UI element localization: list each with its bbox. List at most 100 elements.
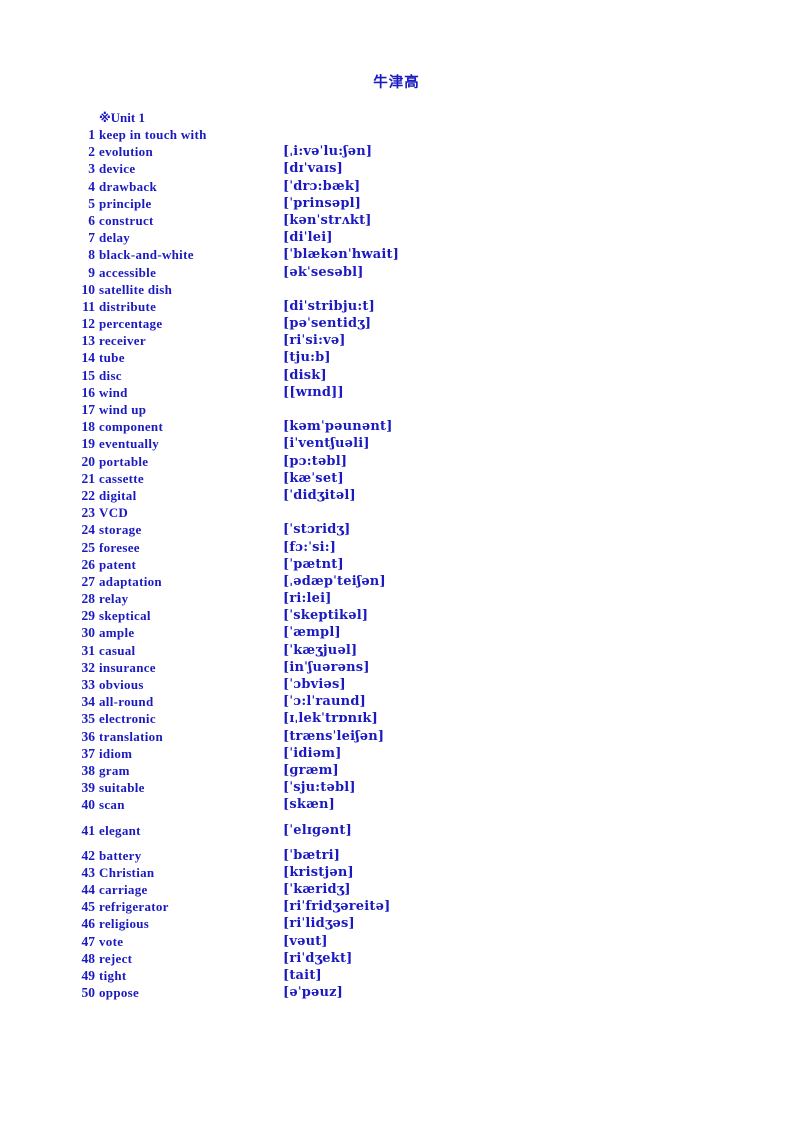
vocab-row-word: cassette [99,470,144,486]
vocab-row-number: 38 [81,762,96,778]
vocab-row-pronunciation: [ˈpætnt] [283,556,344,572]
vocab-row-number: 32 [81,659,96,675]
vocab-row-number: 1 [88,127,95,142]
vocab-row: 1 keep in touch with [0,126,793,143]
vocab-row-word: keep in touch with [99,127,207,142]
vocab-row-word: Christian [99,864,155,880]
unit-label: Unit 1 [110,110,145,125]
vocab-row-number: 43 [81,864,96,880]
vocab-row-pronunciation: [kəmˈpəunənt] [283,419,393,435]
vocab-row: 8 black-and-white [ˈblækənˈhwait] [0,246,793,263]
vocab-row-number: 36 [81,728,96,744]
vocab-row-word: elegant [99,822,141,838]
vocab-row-pronunciation: [ˈæmpl] [283,625,341,641]
vocab-row-number: 6 [88,212,95,228]
vocab-row: 15 disc [disk] [0,367,793,384]
vocab-row-number: 47 [81,933,96,949]
vocab-row-number: 3 [88,161,95,177]
vocab-row-word: portable [99,453,149,469]
vocab-row-word: relay [99,591,129,607]
vocab-row-number: 34 [81,694,96,710]
vocab-row-number: 50 [81,985,96,1001]
vocab-row-number: 41 [81,822,96,838]
vocab-row: 44 carriage [ˈkæridʒ] [0,881,793,898]
document-page: 牛津高 ※Unit 1 1 keep in touch with 2 evolutio… [0,0,793,1122]
vocab-row: 30 ample [ˈæmpl] [0,624,793,641]
vocab-row: 38 gram [ɡræm] [0,762,793,779]
reference-mark-icon: ※ [99,111,111,125]
vocab-row: 9 accessible [əkˈsesəbl] [0,264,793,281]
vocab-row-pronunciation: [riˈdʒekt] [283,950,353,966]
vocab-row-number: 25 [81,539,96,555]
vocab-row-number: 21 [81,470,96,486]
vocab-row: 3 device [dɪˈvaɪs] [0,160,793,177]
unit-header: ※Unit 1 [99,110,145,126]
vocab-row-pronunciation: [ˈdrɔ:bæk] [283,178,361,194]
vocab-row-word: receiver [99,333,146,349]
vocab-row-number: 30 [81,625,96,641]
vocab-row-number: 10 [81,281,96,297]
vocab-row-number: 2 [88,144,95,160]
vocabulary-list: 1 keep in touch with 2 evolution [ˌi:vəˈlu:ʃ… [0,126,793,1001]
vocab-row-word: insurance [99,659,156,675]
vocab-row: 25 foresee [fɔ:ˈsi:] [0,539,793,556]
vocab-row: 22 digital [ˈdidʒitəl] [0,487,793,504]
vocab-row-word: eventually [99,436,160,452]
vocab-row-word: disc [99,367,122,383]
vocab-row-word: VCD [99,505,129,521]
vocab-row-number: 46 [81,916,96,932]
vocab-row: 43 Christian [kristjən] [0,864,793,881]
vocab-row: 2 evolution [ˌi:vəˈlu:ʃən] [0,143,793,160]
vocab-row-pronunciation: [ˈɔbviəs] [283,677,346,692]
vocab-row: 18 component [kəmˈpəunənt] [0,418,793,435]
vocab-row-number: 8 [88,247,95,263]
vocab-row-pronunciation: [riˈsi:və] [283,333,346,349]
vocab-row-number: 22 [81,487,96,503]
vocab-row-word: satellite dish [99,281,173,297]
vocab-row-pronunciation: [əˈpəuz] [283,985,344,1001]
vocab-row-word: percentage [99,316,163,332]
vocab-row: 36 translation [trænsˈleiʃən] [0,728,793,745]
vocab-row-pronunciation: [inˈʃuərəns] [283,659,370,675]
vocab-row: 24 storage [ˈstɔridʒ] [0,521,793,538]
vocab-row-pronunciation: [tju:b] [283,350,331,366]
vocab-row-word: idiom [99,745,133,761]
vocab-row: 47 vote [vəut] [0,933,793,950]
vocab-row-number: 13 [81,333,96,349]
vocab-row-pronunciation: [ˈblækənˈhwait] [283,247,400,263]
vocab-row-word: distribute [99,298,157,314]
vocab-row-word: black-and-white [99,247,194,263]
vocab-row-number: 20 [81,453,96,469]
vocab-row-pronunciation: [disk] [283,367,327,383]
vocab-row: 34 all-round [ˈɔ:lˈraund] [0,693,793,710]
vocab-row: 32 insurance [inˈʃuərəns] [0,659,793,676]
vocab-row-pronunciation: [əkˈsesəbl] [283,264,364,280]
vocab-row: 6 construct [kənˈstrʌkt] [0,212,793,229]
vocab-row-word: principle [99,195,152,211]
vocab-row-pronunciation: [ˈbætri] [283,847,341,863]
vocab-row: 42 battery [ˈbætri] [0,847,793,864]
vocab-row-word: reject [99,950,133,966]
vocab-row-word: accessible [99,264,157,280]
vocab-row-pronunciation: [[wɪnd]] [283,384,344,400]
vocab-row: 19 eventually [iˈventʃuəli] [0,435,793,452]
vocab-row-pronunciation: [ˈdidʒitəl] [283,487,356,503]
vocab-row-pronunciation: [iˈventʃuəli] [283,436,370,452]
vocab-row-number: 14 [81,350,96,366]
vocab-row: 49 tight [tait] [0,967,793,984]
vocab-row: 29 skeptical [ˈskeptikəl] [0,607,793,624]
vocab-row-word: wind up [99,402,147,417]
vocab-row-word: refrigerator [99,899,169,915]
vocab-row-number: 7 [88,230,95,246]
vocab-row: 37 idiom [ˈidiəm] [0,745,793,762]
vocab-row-pronunciation: [ri:lei] [283,591,332,607]
vocab-row-number: 42 [81,847,96,863]
vocab-row: 5 principle [ˈprinsəpl] [0,195,793,212]
vocab-row: 17 wind up [0,401,793,418]
vocab-row-pronunciation: [pəˈsentidʒ] [283,316,372,332]
vocab-row-word: obvious [99,677,144,692]
vocab-row-number: 45 [81,899,96,915]
vocab-row-pronunciation: [fɔ:ˈsi:] [283,539,337,555]
vocab-row-word: delay [99,230,131,246]
vocab-row-number: 37 [81,745,96,761]
